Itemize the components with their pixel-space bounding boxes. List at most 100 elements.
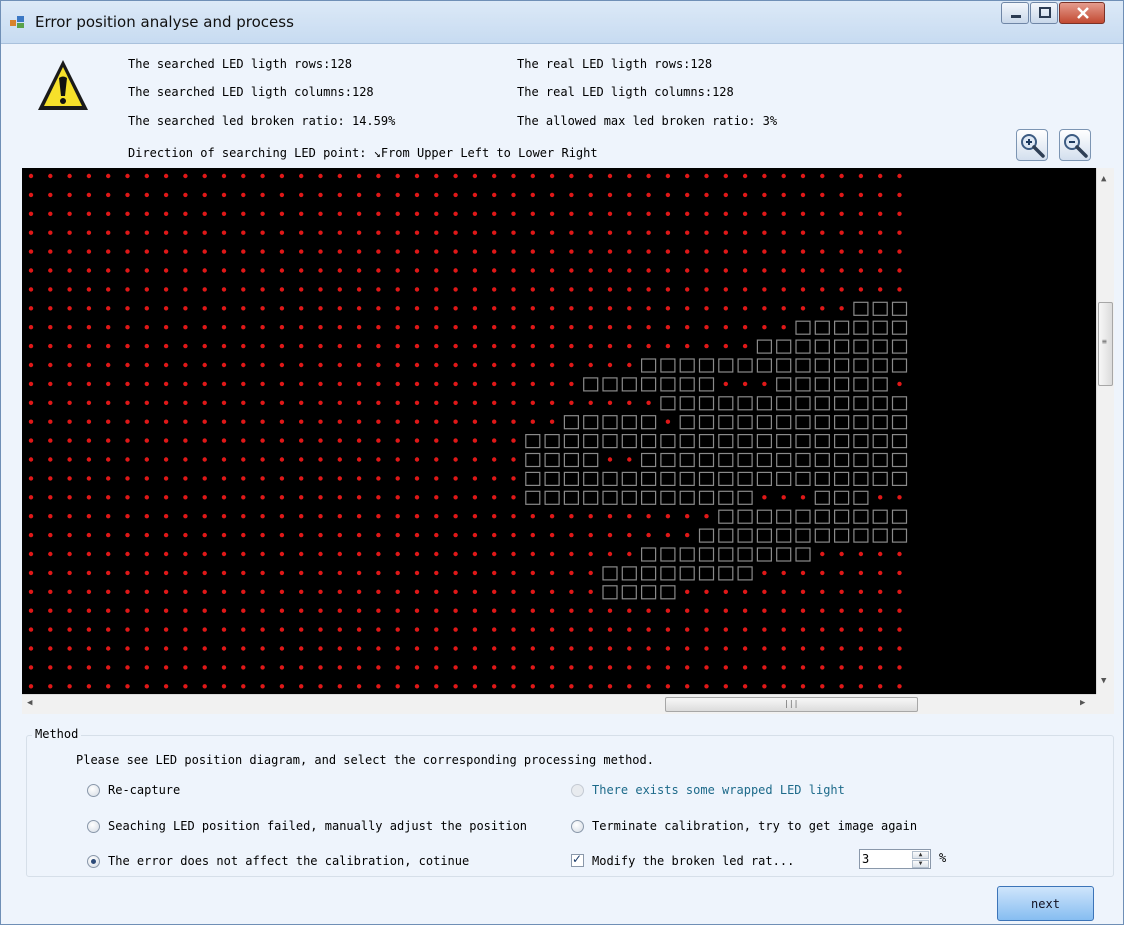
led-dot	[279, 400, 285, 405]
led-dot	[356, 230, 362, 235]
broken-led-marker	[602, 377, 618, 392]
vertical-scrollbar[interactable]: ▲ ≡ ▼	[1096, 168, 1114, 694]
led-dot	[414, 381, 420, 387]
close-button[interactable]	[1059, 2, 1105, 24]
continue-radio[interactable]	[87, 855, 100, 868]
led-dot	[781, 173, 786, 179]
led-dot	[67, 551, 72, 557]
terminate-label[interactable]: Terminate calibration, try to get image …	[592, 819, 917, 833]
checkmark-icon: ✓	[572, 852, 583, 866]
led-dot	[144, 551, 149, 557]
led-dot	[530, 362, 535, 368]
led-dot	[742, 684, 748, 689]
led-dot	[549, 514, 555, 519]
recapture-label[interactable]: Re-capture	[108, 783, 180, 797]
led-dot	[260, 230, 265, 235]
led-dot	[607, 192, 613, 198]
broken-led-marker	[640, 566, 657, 581]
led-dot	[202, 495, 207, 500]
led-dot	[48, 249, 53, 254]
broken-ratio-input[interactable]	[862, 851, 908, 867]
manual-adjust-radio[interactable]	[87, 820, 100, 833]
broken-led-marker	[698, 547, 715, 562]
wrapped-led-label: There exists some wrapped LED light	[592, 783, 845, 797]
terminate-radio[interactable]	[571, 820, 584, 833]
led-dot	[221, 249, 227, 254]
led-dot	[395, 551, 400, 557]
maximize-button[interactable]	[1030, 2, 1058, 24]
led-dot	[86, 627, 92, 632]
minimize-button[interactable]	[1001, 2, 1029, 24]
led-dot	[337, 457, 342, 462]
led-dot	[163, 627, 169, 632]
led-dot	[241, 495, 246, 500]
led-dot	[607, 684, 613, 689]
stepper-down-icon[interactable]: ▼	[912, 860, 929, 868]
led-dot	[260, 608, 265, 613]
scroll-left-icon[interactable]: ◀	[27, 698, 32, 708]
led-dot	[356, 192, 362, 198]
led-dot	[530, 287, 535, 292]
led-dot	[86, 570, 92, 576]
led-dot	[125, 343, 130, 349]
vertical-scroll-thumb[interactable]: ≡	[1098, 302, 1113, 386]
led-dot	[878, 665, 883, 670]
led-dot	[395, 514, 400, 519]
led-dot	[781, 608, 786, 613]
modify-ratio-checkbox[interactable]: ✓	[571, 852, 584, 867]
led-position-diagram[interactable]	[22, 168, 1096, 694]
led-dot	[241, 362, 246, 368]
stepper-up-icon[interactable]: ▲	[912, 851, 929, 859]
broken-led-marker	[853, 471, 869, 486]
led-dot	[723, 665, 728, 670]
broken-led-marker	[814, 415, 830, 430]
led-dot	[820, 589, 825, 594]
led-dot	[86, 362, 92, 368]
led-dot	[839, 589, 844, 594]
scroll-right-icon[interactable]: ▶	[1080, 698, 1085, 708]
led-dot	[897, 608, 902, 613]
manual-adjust-label[interactable]: Seaching LED position failed, manually a…	[108, 819, 527, 833]
zoom-out-button[interactable]	[1059, 129, 1091, 161]
recapture-radio[interactable]	[87, 784, 100, 797]
led-dot	[279, 551, 285, 557]
led-dot	[704, 665, 709, 670]
broken-led-marker	[776, 452, 792, 468]
horizontal-scroll-thumb[interactable]: |||	[665, 697, 918, 712]
led-dot	[241, 249, 246, 254]
led-dot	[704, 211, 709, 216]
led-dot	[549, 287, 555, 292]
led-dot	[356, 438, 362, 443]
continue-label[interactable]: The error does not affect the calibratio…	[108, 854, 469, 868]
led-dot	[221, 514, 227, 519]
led-dot	[839, 665, 844, 670]
modify-ratio-label[interactable]: Modify the broken led rat...	[592, 854, 794, 868]
led-dot	[183, 192, 188, 198]
led-dot	[106, 627, 111, 632]
zoom-in-button[interactable]	[1016, 129, 1048, 161]
broken-led-marker	[891, 301, 908, 316]
led-dot	[28, 249, 34, 254]
next-button[interactable]: next	[997, 886, 1094, 921]
led-dot	[144, 306, 149, 311]
led-dot	[376, 684, 381, 689]
horizontal-scrollbar[interactable]: ◀ ||| ▶	[22, 694, 1096, 714]
led-dot	[318, 192, 323, 198]
broken-ratio-stepper[interactable]: ▲ ▼	[859, 849, 931, 869]
led-dot	[337, 400, 342, 405]
led-dot	[549, 684, 555, 689]
led-dot	[549, 268, 555, 273]
scroll-up-icon[interactable]: ▲	[1101, 174, 1106, 184]
led-dot	[839, 684, 844, 689]
broken-led-marker	[776, 509, 792, 524]
broken-led-marker	[833, 377, 850, 392]
scroll-down-icon[interactable]: ▼	[1101, 676, 1106, 686]
broken-led-marker	[756, 452, 773, 468]
error-analysis-window: Error position analyse and process The s…	[0, 0, 1124, 925]
led-dot	[878, 287, 883, 292]
led-dot	[241, 589, 246, 594]
led-dot	[279, 476, 285, 481]
led-dot	[665, 268, 671, 273]
led-dot	[897, 173, 902, 179]
led-dot	[125, 400, 130, 405]
